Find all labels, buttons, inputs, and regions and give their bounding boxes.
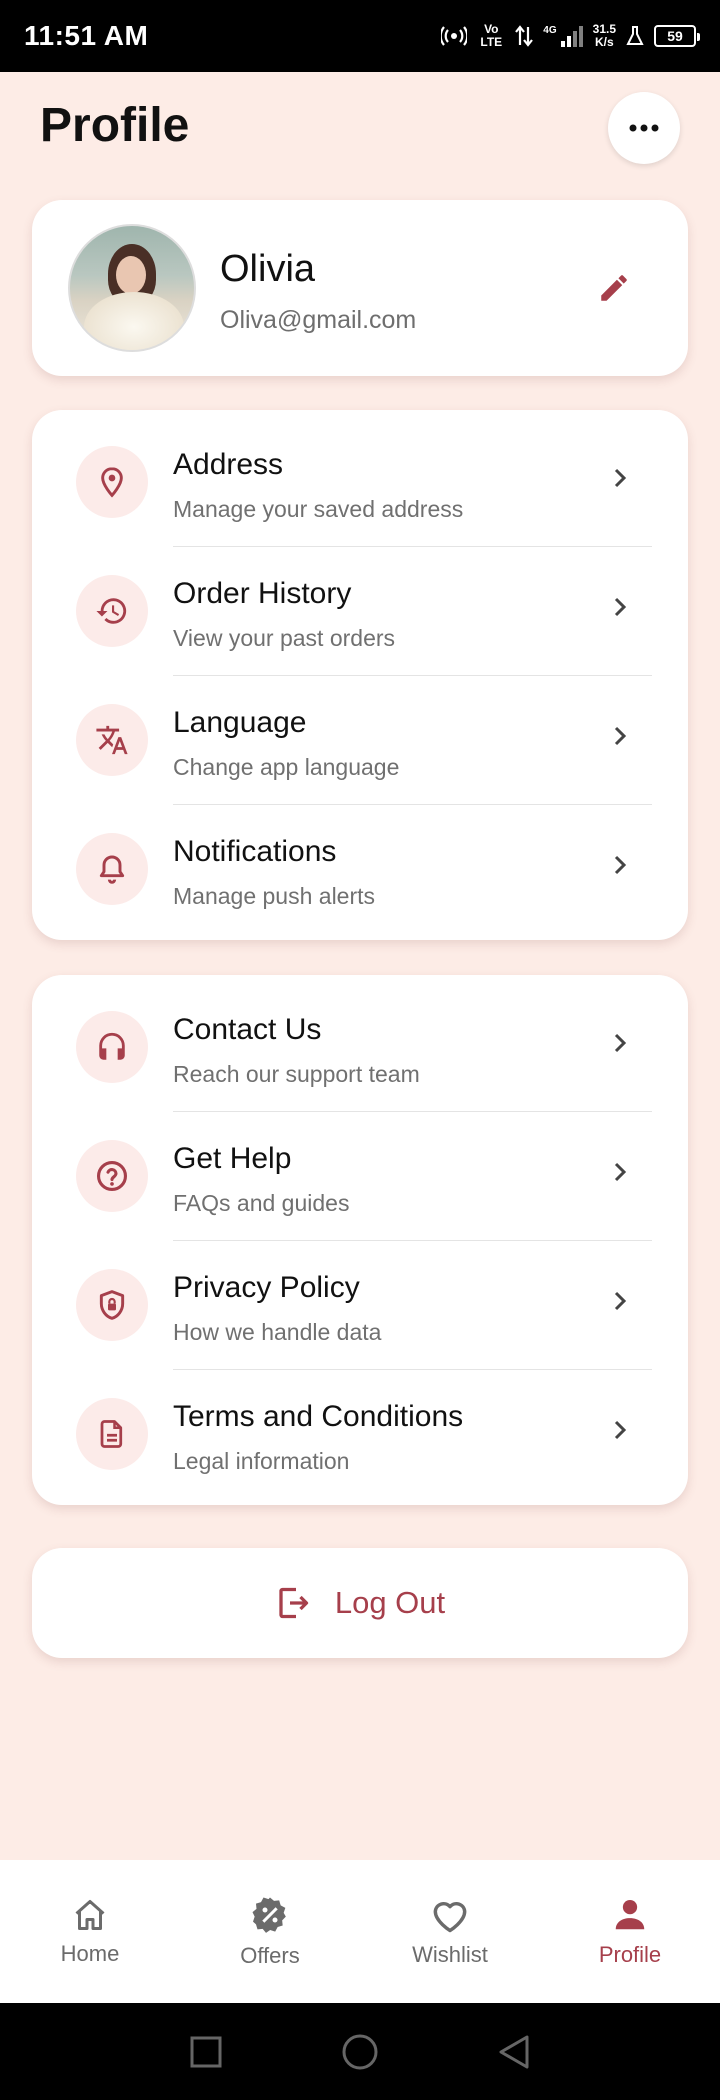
flask-icon [626,26,644,45]
logout-icon [279,1587,308,1619]
account-menu-card: Address Manage your saved address Order … [32,410,688,940]
heart-icon [433,1901,467,1932]
menu-subtitle: How we handle data [173,1319,382,1345]
nav-item-home[interactable]: Home [0,1860,180,2003]
menu-subtitle: Change app language [173,754,400,780]
nav-label: Wishlist [412,1941,488,1967]
discount-badge-icon [252,1897,286,1933]
home-icon [75,1899,105,1930]
chevron-right-icon [606,593,634,621]
network-type: 4G [543,25,557,36]
chevron-right-icon [606,1416,634,1444]
menu-title: Privacy Policy [173,1271,360,1304]
menu-item-get-help[interactable]: Get Help FAQs and guides [32,1104,688,1233]
menu-subtitle: View your past orders [173,625,396,651]
system-navigation-bar [0,2003,720,2100]
avatar[interactable] [68,224,196,352]
chevron-right-icon [606,1029,634,1057]
data-arrows-icon [515,25,534,47]
battery-level: 59 [667,28,683,44]
chevron-right-icon [606,464,634,492]
nav-label: Home [60,1940,120,1966]
nav-item-wishlist[interactable]: Wishlist [360,1860,540,2003]
logout-label: Log Out [334,1585,446,1620]
menu-item-notifications[interactable]: Notifications Manage push alerts [32,797,688,926]
more-options-button[interactable] [608,92,680,164]
menu-subtitle: FAQs and guides [173,1190,350,1216]
support-menu-card: Contact Us Reach our support team Get He… [32,975,688,1505]
menu-subtitle: Manage push alerts [173,883,376,909]
menu-title: Contact Us [173,1013,322,1046]
menu-item-terms-and-conditions[interactable]: Terms and Conditions Legal information [32,1362,688,1491]
nav-label: Offers [240,1942,300,1968]
volte-indicator: Vo LTE [480,22,503,49]
menu-item-address[interactable]: Address Manage your saved address [32,410,688,539]
hotspot-icon [441,26,468,46]
nav-item-offers[interactable]: Offers [180,1860,360,2003]
battery-icon: 59 [654,25,700,47]
help-circle-icon [76,1140,148,1212]
menu-item-privacy-policy[interactable]: Privacy Policy How we handle data [32,1233,688,1362]
chevron-right-icon [606,1287,634,1315]
logout-button[interactable]: Log Out [32,1548,688,1658]
menu-title: Language [173,706,307,739]
nav-label: Profile [598,1941,662,1967]
bell-icon [76,833,148,905]
recents-icon[interactable] [189,2035,223,2069]
menu-title: Terms and Conditions [173,1400,464,1433]
menu-subtitle: Manage your saved address [173,496,464,522]
status-icons: Vo LTE 4G 31.5 K/s 59 [441,22,700,49]
back-triangle-icon[interactable] [497,2034,531,2070]
page-title: Profile [40,99,190,152]
profile-name: Olivia [220,248,316,290]
status-bar: 11:51 AM Vo LTE 4G 31.5 K/s 59 [0,0,720,72]
person-icon [615,1899,645,1929]
history-icon [76,575,148,647]
network-speed: 31.5 K/s [593,23,616,49]
menu-title: Address [173,448,284,481]
profile-email: Oliva@gmail.com [220,306,417,334]
translate-icon [76,704,148,776]
edit-profile-button[interactable] [592,266,636,310]
menu-subtitle: Reach our support team [173,1061,420,1087]
menu-item-language[interactable]: Language Change app language [32,668,688,797]
nav-item-profile[interactable]: Profile [540,1860,720,2003]
signal-icon: 4G [543,25,583,47]
location-pin-icon [76,446,148,518]
status-time: 11:51 AM [24,20,149,51]
menu-item-contact-us[interactable]: Contact Us Reach our support team [32,975,688,1104]
pencil-icon [601,275,627,301]
chevron-right-icon [606,1158,634,1186]
bottom-navigation: Home Offers Wishlist Profile [0,1860,720,2003]
menu-subtitle: Legal information [173,1448,350,1474]
speed-unit: K/s [594,35,614,49]
headset-icon [76,1011,148,1083]
menu-item-order-history[interactable]: Order History View your past orders [32,539,688,668]
chevron-right-icon [606,851,634,879]
menu-title: Order History [173,577,352,610]
document-icon [76,1398,148,1470]
more-horizontal-icon [629,124,659,132]
menu-title: Get Help [173,1142,292,1175]
profile-card: Olivia Oliva@gmail.com [32,200,688,376]
chevron-right-icon [606,722,634,750]
shield-lock-icon [76,1269,148,1341]
home-circle-icon[interactable] [341,2033,379,2071]
menu-title: Notifications [173,835,337,868]
